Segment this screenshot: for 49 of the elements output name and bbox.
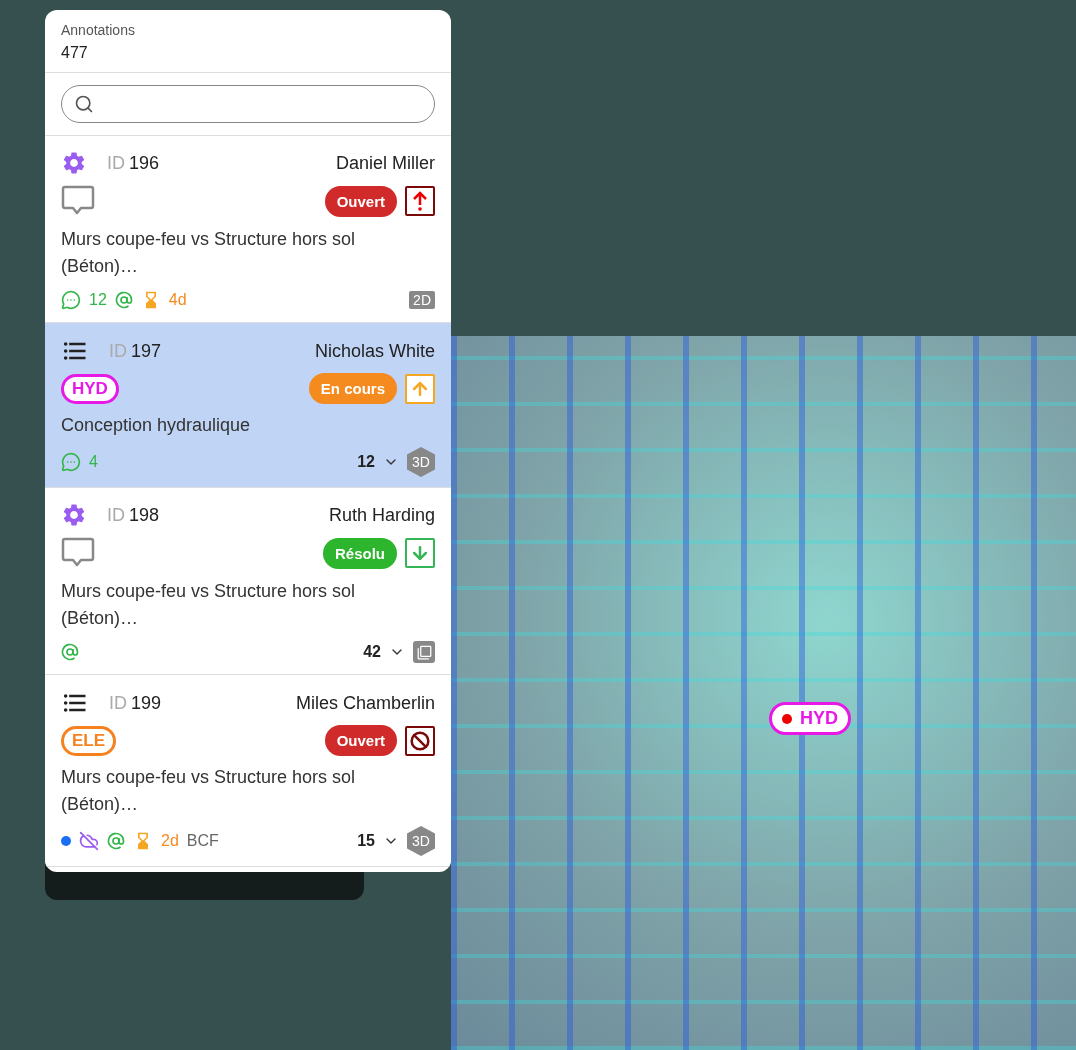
3d-model-render[interactable]: HYD	[451, 336, 1076, 1050]
status-badge[interactable]: Résolu	[323, 537, 397, 569]
priority-button[interactable]	[405, 186, 435, 216]
arrow-up-icon	[411, 191, 429, 211]
annotation-marker[interactable]: HYD	[769, 702, 851, 735]
panel-title: Annotations	[61, 22, 136, 38]
annotation-title: Murs coupe-feu vs Structure hors sol (Béton)…	[61, 580, 357, 630]
due-time: 2d	[161, 832, 179, 850]
author-name: Nicholas White	[314, 340, 435, 362]
due-time: 4d	[168, 291, 187, 309]
version-count: 15	[357, 832, 375, 850]
id-number: 197	[131, 340, 162, 362]
annotation-item[interactable]: ID 197 Nicholas White HYD En cours Conception hydraulique 4 12 3D	[45, 323, 451, 488]
id-label: ID	[109, 692, 127, 714]
discipline-tag: HYD	[61, 373, 119, 404]
annotation-title: Murs coupe-feu vs Structure hors sol (Béton)…	[61, 766, 357, 816]
author-name: Daniel Miller	[335, 152, 435, 174]
gear-icon	[61, 502, 87, 528]
overlap-squares-icon[interactable]	[413, 641, 435, 663]
id-number: 196	[129, 152, 160, 174]
comment-count: 4	[89, 453, 98, 471]
id-label: ID	[109, 340, 127, 362]
id-label: ID	[107, 152, 125, 174]
comments-icon	[61, 290, 81, 310]
format-label: BCF	[186, 832, 219, 850]
comment-count: 12	[89, 291, 107, 309]
version-count: 12	[357, 453, 375, 471]
comments-icon	[61, 452, 81, 472]
author-name: Ruth Harding	[328, 504, 435, 526]
arrow-down-icon	[410, 543, 430, 563]
3d-view-badge[interactable]: 3D	[407, 826, 435, 856]
id-number: 199	[131, 692, 162, 714]
2d-view-badge[interactable]: 2D	[409, 291, 435, 309]
status-badge[interactable]: Ouvert	[324, 185, 397, 217]
status-badge[interactable]: En cours	[308, 373, 397, 404]
id-label: ID	[107, 504, 125, 526]
annotation-title: Conception hydraulique	[61, 414, 252, 437]
id-number: 198	[129, 504, 160, 526]
prohibited-icon	[410, 730, 430, 751]
author-name: Miles Chamberlin	[295, 692, 435, 714]
annotation-title: Murs coupe-feu vs Structure hors sol (Béton)…	[61, 228, 357, 278]
annotation-count: 477	[61, 44, 89, 62]
status-badge[interactable]: Ouvert	[324, 725, 397, 756]
version-count: 42	[363, 643, 381, 661]
gear-icon	[61, 150, 87, 176]
3d-view-badge[interactable]: 3D	[407, 447, 435, 477]
search-icon	[74, 94, 94, 114]
discipline-tag: ELE	[61, 725, 117, 756]
priority-button[interactable]	[405, 725, 435, 756]
